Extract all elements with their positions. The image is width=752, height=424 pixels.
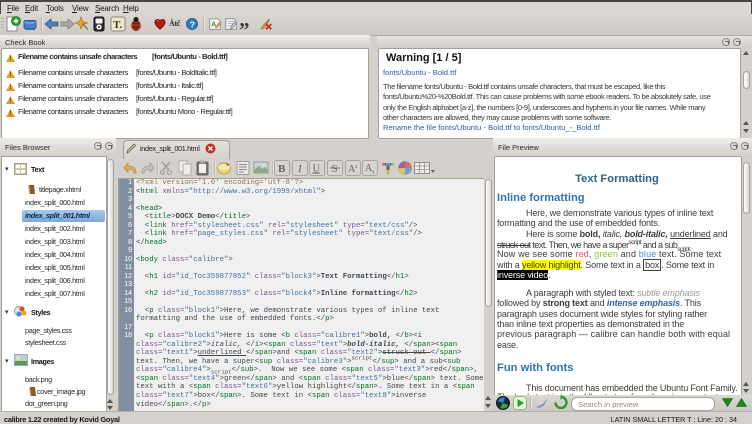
- svg-text:B: B: [278, 163, 286, 175]
- svg-text:U: U: [313, 164, 321, 175]
- svg-text:”: ”: [239, 20, 250, 36]
- svg-text:A: A: [211, 22, 216, 29]
- svg-text:S: S: [332, 163, 338, 175]
- svg-text:?: ?: [190, 19, 195, 29]
- svg-text:T.: T.: [113, 19, 123, 31]
